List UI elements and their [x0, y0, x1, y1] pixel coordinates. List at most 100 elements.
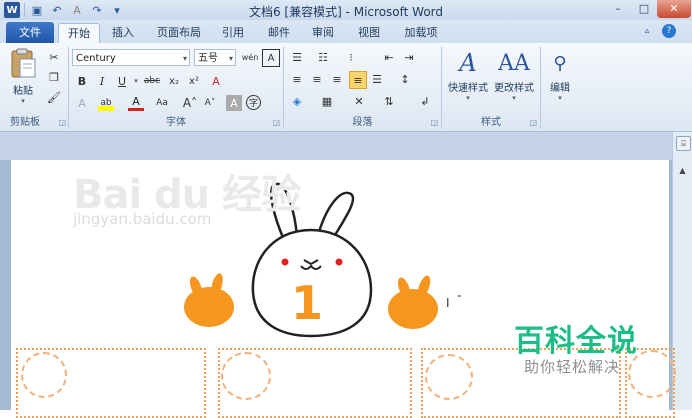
tab-references[interactable]: 引用 — [216, 23, 250, 43]
tab-page-layout[interactable]: 页面布局 — [152, 23, 206, 43]
shading-icon[interactable]: ◈ — [289, 93, 305, 109]
italic-icon[interactable]: I — [94, 73, 110, 89]
sort-icon[interactable]: ⇅ — [381, 93, 397, 109]
paste-button[interactable]: 粘贴 ▾ — [6, 47, 40, 105]
tab-home[interactable]: 开始 — [58, 23, 100, 44]
show-marks-icon[interactable]: ↲ — [417, 93, 433, 109]
binoculars-icon: ⚲ — [553, 52, 567, 74]
align-center-icon[interactable]: ≡ — [309, 71, 325, 87]
tab-insert[interactable]: 插入 — [106, 23, 140, 43]
styles-group: A 快速样式 ▾ AA 更改样式 ▾ 样式 ◲ — [443, 43, 539, 131]
font-group-label: 字体 — [166, 117, 186, 128]
strikethrough-icon[interactable]: abc — [144, 73, 160, 89]
text-effects-icon[interactable]: A — [74, 95, 90, 111]
enclose-characters-icon[interactable]: 字 — [246, 95, 261, 110]
number-digit: 1 — [291, 276, 324, 330]
tab-file[interactable]: 文件 — [6, 22, 54, 43]
change-styles-label: 更改样式 — [494, 83, 534, 94]
baike-logo-overlay: 百科全说 助你轻松解决 — [494, 310, 669, 386]
font-size-combo[interactable]: 五号 ▾ — [194, 49, 236, 66]
editing-button[interactable]: ⚲ 编辑 ▾ — [544, 47, 576, 103]
window-title: 文档6 [兼容模式] - Microsoft Word — [248, 5, 444, 19]
tab-review[interactable]: 审阅 — [306, 23, 340, 43]
distributed-icon[interactable]: ☰ — [369, 71, 385, 87]
chinese-layout-icon[interactable]: ✕ — [351, 93, 367, 109]
chevron-down-icon[interactable]: ▾ — [128, 73, 144, 89]
character-shading-icon[interactable]: A — [226, 95, 242, 111]
baidu-watermark-url: jingyan.baidu.com — [73, 210, 212, 228]
grow-font-icon[interactable]: A˄ — [182, 95, 198, 111]
align-left-icon[interactable]: ≡ — [289, 71, 305, 87]
tab-addins[interactable]: 加载项 — [398, 23, 444, 43]
collapse-ribbon-icon[interactable]: ▵ — [640, 24, 654, 38]
quick-styles-button[interactable]: A 快速样式 ▾ — [445, 47, 491, 102]
copy-icon[interactable]: ❐ — [46, 69, 62, 85]
dialog-launcher-icon[interactable]: ◲ — [272, 118, 280, 127]
bullets-icon[interactable]: ☰ — [289, 49, 305, 65]
change-case-icon[interactable]: Aa — [154, 95, 170, 111]
minimize-button[interactable]: – — [605, 0, 631, 18]
tab-mailings[interactable]: 邮件 — [262, 23, 296, 43]
paragraph-mark-icon: ⁼ — [457, 294, 462, 304]
view-ruler-icon[interactable]: ⌸ — [676, 136, 691, 151]
paragraph-group-label: 段落 — [352, 117, 373, 128]
line-spacing-icon[interactable]: ↕ — [397, 71, 413, 87]
borders-icon[interactable]: ▦ — [319, 93, 335, 109]
font-name-combo[interactable]: Century ▾ — [72, 49, 190, 66]
font-name-value: Century — [76, 53, 116, 64]
font-size-value: 五号 — [198, 53, 218, 64]
page-gap — [0, 132, 672, 160]
numbering-icon[interactable]: ☷ — [315, 49, 331, 65]
divider — [68, 47, 69, 129]
subscript-icon[interactable]: x₂ — [166, 73, 182, 89]
close-button[interactable]: ✕ — [657, 0, 691, 18]
justify-icon[interactable]: ≡ — [349, 71, 367, 89]
baike-logo-subtitle: 助你轻松解决 — [524, 358, 621, 376]
ribbon: 粘贴 ▾ ✂ ❐ 🖌 剪贴板 ◲ Century ▾ 五号 ▾ wén A B … — [0, 43, 692, 132]
chevron-down-icon: ▾ — [228, 54, 233, 63]
divider — [283, 47, 284, 129]
align-right-icon[interactable]: ≡ — [329, 71, 345, 87]
dashed-circle — [425, 354, 473, 400]
paste-label: 粘贴 — [13, 86, 33, 97]
paragraph-group: ☰ ☷ ⁝ ⇤ ⇥ ≡ ≡ ≡ ≡ ☰ ↕ ◈ ▦ ✕ ⇅ ↲ 段落 ◲ — [285, 43, 440, 131]
editing-group: ⚲ 编辑 ▾ — [542, 43, 578, 131]
highlight-icon[interactable]: ab — [98, 95, 114, 111]
editing-label: 编辑 — [550, 83, 570, 94]
help-icon[interactable]: ? — [662, 24, 676, 38]
dialog-launcher-icon[interactable]: ◲ — [529, 118, 537, 127]
format-painter-icon[interactable]: 🖌 — [46, 89, 62, 105]
dashed-circle — [221, 352, 271, 400]
clear-formatting-icon[interactable]: A — [208, 73, 224, 89]
tab-view[interactable]: 视图 — [352, 23, 386, 43]
change-styles-button[interactable]: AA 更改样式 ▾ — [491, 47, 537, 103]
cut-icon[interactable]: ✂ — [46, 49, 62, 65]
font-group: Century ▾ 五号 ▾ wén A B I U ▾ abc x₂ x² A… — [70, 43, 282, 131]
change-styles-icon: AA — [498, 50, 530, 76]
character-border-icon[interactable]: A — [262, 49, 280, 67]
baike-logo-title: 百科全说 — [514, 324, 638, 359]
phonetic-guide-icon[interactable]: wén — [242, 49, 259, 65]
increase-indent-icon[interactable]: ⇥ — [401, 49, 417, 65]
decrease-indent-icon[interactable]: ⇤ — [381, 49, 397, 65]
clipboard-group: 粘贴 ▾ ✂ ❐ 🖌 剪贴板 ◲ — [0, 43, 68, 131]
styles-group-label: 样式 — [481, 117, 501, 128]
chevron-down-icon: ▾ — [512, 94, 516, 102]
divider — [540, 47, 541, 129]
dialog-launcher-icon[interactable]: ◲ — [430, 118, 438, 127]
scroll-up-icon[interactable]: ▲ — [676, 166, 689, 179]
bold-icon[interactable]: B — [74, 73, 90, 89]
chevron-down-icon: ▾ — [182, 54, 187, 63]
shrink-font-icon[interactable]: A˅ — [202, 95, 218, 111]
maximize-button[interactable]: □ — [631, 0, 657, 18]
chevron-down-icon: ▾ — [466, 94, 470, 102]
divider — [441, 47, 442, 129]
quick-styles-label: 快速样式 — [448, 83, 488, 94]
multilevel-list-icon[interactable]: ⁝ — [343, 49, 359, 65]
paste-icon — [11, 48, 36, 78]
dialog-launcher-icon[interactable]: ◲ — [58, 118, 66, 127]
title-bar: W ▣ ↶ A ↷ ▾ 文档6 [兼容模式] - Microsoft Word … — [0, 0, 692, 21]
superscript-icon[interactable]: x² — [186, 73, 202, 89]
font-color-icon[interactable]: A — [128, 95, 144, 111]
chevron-down-icon: ▾ — [558, 94, 562, 102]
